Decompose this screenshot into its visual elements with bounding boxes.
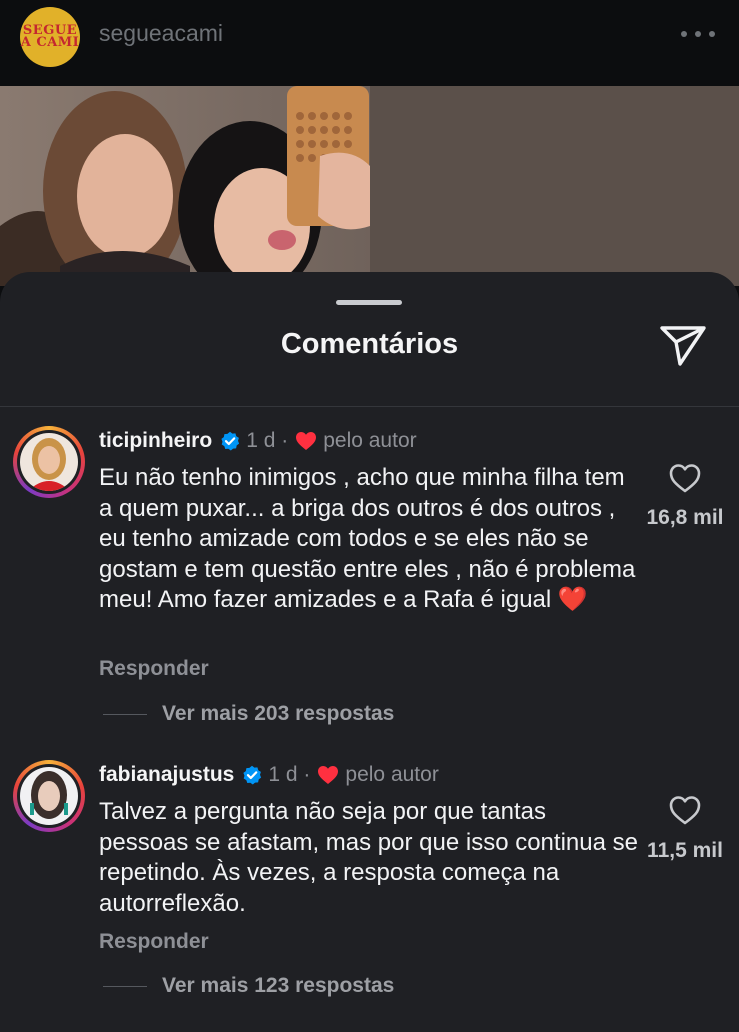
- post-header: SEGUE A CAMI segueacami: [0, 0, 739, 86]
- replies-line: [103, 986, 147, 987]
- drag-handle[interactable]: [336, 300, 402, 305]
- reply-button[interactable]: Responder: [99, 930, 209, 954]
- liked-by-author: pelo autor: [345, 763, 439, 786]
- comment-time: 1 d ·: [268, 763, 311, 786]
- view-more-replies[interactable]: Ver mais 203 respostas: [162, 702, 394, 726]
- verified-icon: [221, 431, 240, 451]
- user-avatar[interactable]: [13, 426, 85, 498]
- like-outline-icon[interactable]: [668, 462, 702, 494]
- like-count: 11,5 mil: [647, 839, 723, 862]
- account-avatar[interactable]: SEGUE A CAMI: [20, 7, 80, 67]
- heart-icon: [296, 432, 317, 450]
- more-icon[interactable]: [681, 22, 715, 46]
- heart-icon: [318, 766, 339, 784]
- comment-header: ticipinheiro 1 d · pelo autor: [99, 426, 417, 456]
- reply-button[interactable]: Responder: [99, 657, 209, 681]
- account-name[interactable]: segueacami: [99, 20, 223, 47]
- comment-text: Talvez a pergunta não seja por que tanta…: [99, 798, 638, 917]
- view-more-replies[interactable]: Ver mais 123 respostas: [162, 974, 394, 998]
- like-outline-icon[interactable]: [668, 794, 702, 826]
- comment-username[interactable]: ticipinheiro: [99, 429, 212, 453]
- replies-line: [103, 714, 147, 715]
- sheet-divider: [0, 406, 739, 407]
- share-icon[interactable]: [658, 324, 708, 368]
- comment-time: 1 d ·: [246, 429, 289, 452]
- comments-sheet: Comentários ticipinheiro 1 d · pelo auto…: [0, 272, 739, 1032]
- liked-by-author: pelo autor: [323, 429, 417, 452]
- account-avatar-text-2: A CAMI: [20, 35, 80, 50]
- post-image: [0, 86, 739, 286]
- comment-header: fabianajustus 1 d · pelo autor: [99, 760, 439, 790]
- user-avatar[interactable]: [13, 760, 85, 832]
- comment-username[interactable]: fabianajustus: [99, 763, 234, 787]
- comment-text: Eu não tenho inimigos , acho que minha f…: [99, 464, 636, 613]
- verified-icon: [243, 765, 262, 785]
- sheet-title: Comentários: [280, 328, 459, 360]
- like-count: 16,8 mil: [646, 506, 724, 529]
